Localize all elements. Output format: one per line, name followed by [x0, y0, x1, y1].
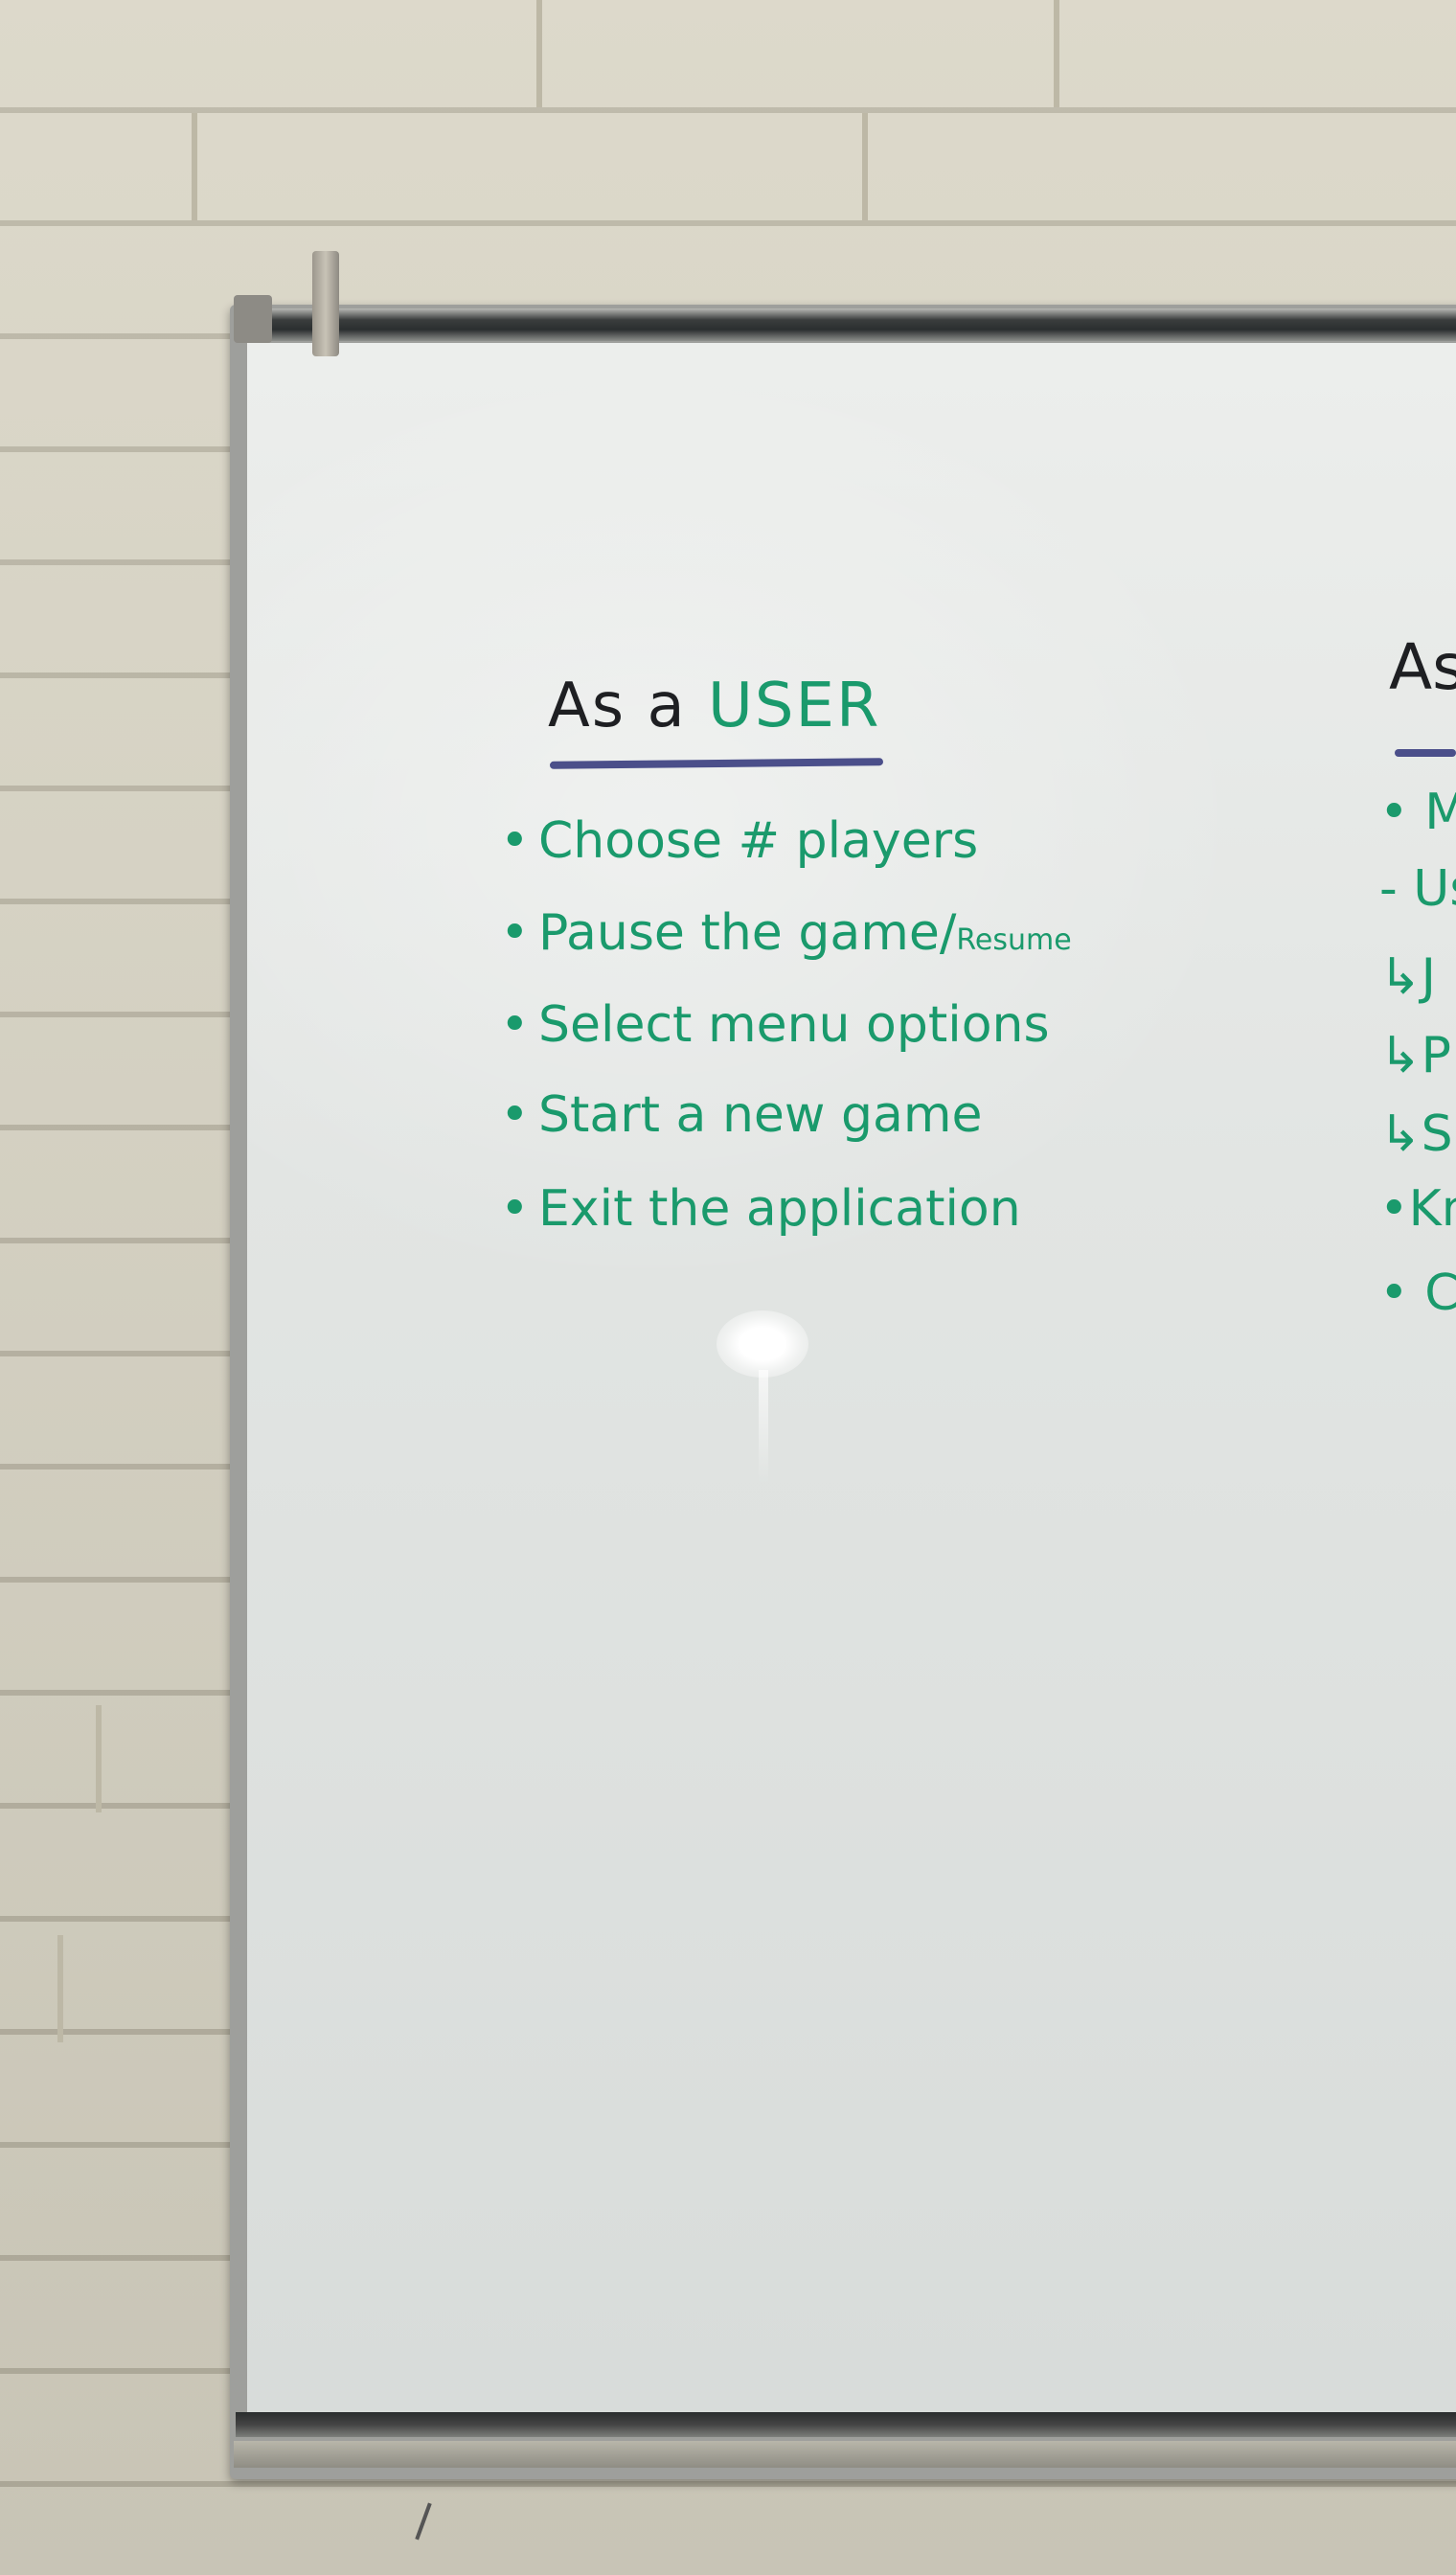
brick-joint: [862, 113, 868, 220]
heading-prefix: As a: [548, 671, 687, 741]
list-item: • Exit the application: [500, 1180, 1021, 1238]
bullet: •: [500, 812, 530, 870]
right-list-item: ↳J: [1379, 948, 1436, 1006]
whiteboard-top-rail: [236, 308, 1456, 341]
right-list-item: • Me: [1379, 784, 1456, 841]
item-text: Start a new game: [538, 1086, 983, 1144]
list-item: • Pause the game/Resume: [500, 904, 1072, 962]
whiteboard-surface: [247, 343, 1456, 2412]
item-extra: Resume: [956, 923, 1072, 957]
brick-joint: [1054, 0, 1059, 107]
heading-highlight: USER: [708, 671, 881, 741]
right-heading-underline: [1395, 749, 1456, 757]
bullet: •: [500, 1180, 530, 1238]
bullet: •: [500, 1086, 530, 1144]
marker-tray: [234, 2441, 1456, 2468]
right-list-item: ↳P: [1379, 1027, 1451, 1084]
item-text: Exit the application: [538, 1180, 1021, 1238]
light-glare: [717, 1310, 808, 1378]
brick-joint: [536, 0, 542, 107]
brick-joint: [57, 1935, 63, 2042]
bullet: •: [500, 904, 530, 962]
board-clip: [312, 251, 339, 356]
item-text: Select menu options: [538, 996, 1050, 1054]
list-item: • Choose # players: [500, 812, 978, 870]
list-item: • Select menu options: [500, 996, 1050, 1054]
light-glare-streak: [759, 1370, 768, 1485]
board-corner-bracket: [234, 295, 272, 343]
whiteboard-bottom-rail: [236, 2412, 1456, 2437]
brick-joint: [96, 1705, 102, 1812]
bullet: •: [500, 996, 530, 1054]
item-text: Choose # players: [538, 812, 979, 870]
item-text: Pause the game/: [538, 904, 957, 962]
list-item: • Start a new game: [500, 1086, 982, 1144]
right-list-item: •Kn: [1379, 1180, 1456, 1238]
user-heading: As a USER: [548, 671, 880, 741]
right-list-item: ↳S: [1379, 1105, 1453, 1163]
right-list-item: • C: [1379, 1265, 1456, 1322]
brick-joint: [192, 113, 197, 220]
right-list-item: - Us: [1379, 860, 1456, 918]
right-column-heading: As: [1389, 630, 1456, 704]
